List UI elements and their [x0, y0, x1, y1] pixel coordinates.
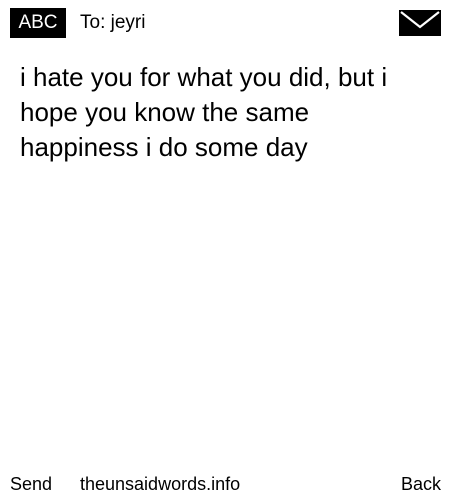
recipient-name: jeyri: [110, 12, 146, 33]
message-body: i hate you for what you did, but i hope …: [20, 62, 388, 162]
back-button[interactable]: Back: [401, 470, 441, 498]
recipient-line: To: jeyri: [80, 10, 145, 36]
envelope-icon[interactable]: [399, 10, 441, 36]
send-button[interactable]: Send: [10, 470, 52, 498]
abc-badge: ABC: [10, 8, 66, 38]
footer-bar: Send theunsaidwords.info Back: [0, 470, 450, 498]
to-label: To:: [80, 12, 106, 33]
site-link[interactable]: theunsaidwords.info: [80, 470, 240, 498]
message-header: ABC To: jeyri: [0, 0, 450, 46]
